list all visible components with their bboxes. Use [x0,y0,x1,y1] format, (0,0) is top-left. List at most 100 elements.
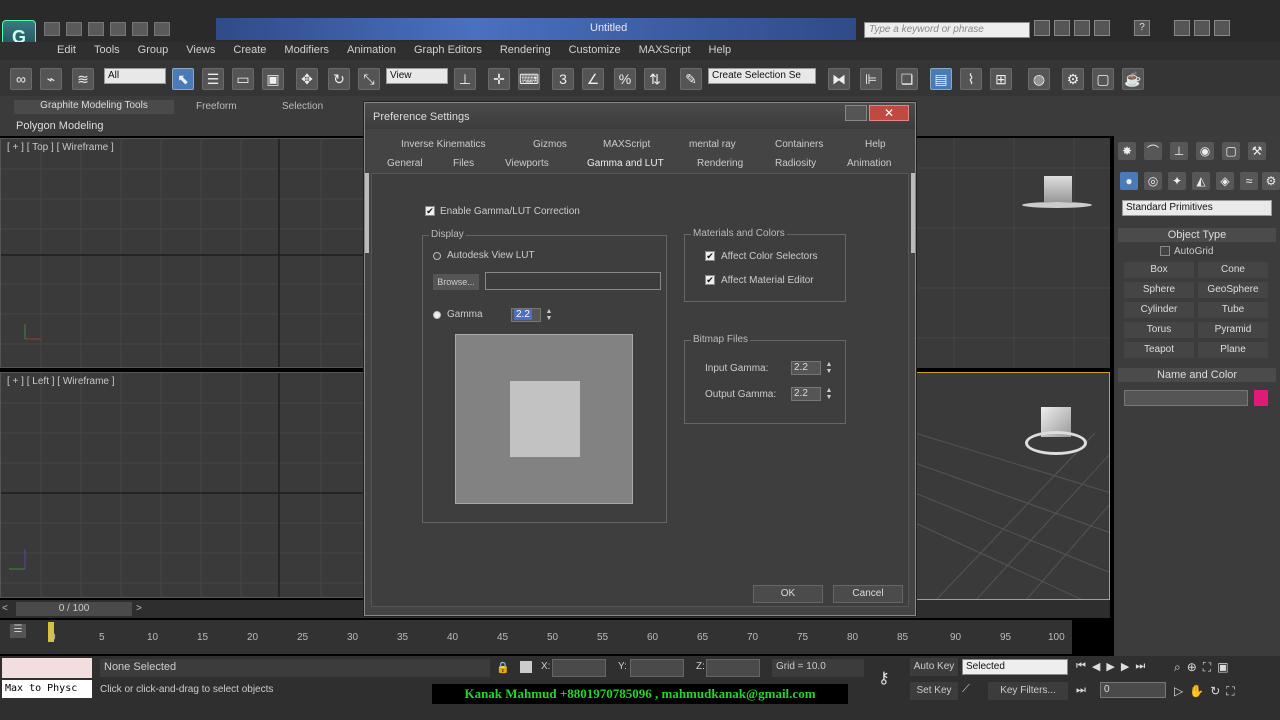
binoculars-icon[interactable] [1034,20,1050,36]
select-object-icon[interactable]: ⬉ [172,68,194,90]
edit-named-selection-icon[interactable]: ✎ [680,68,702,90]
next-frame-icon[interactable]: > [136,603,142,614]
set-key-button[interactable]: Set Key [910,682,958,700]
move-icon[interactable]: ✥ [296,68,318,90]
input-gamma-arrows-icon[interactable]: ▲ ▼ [825,361,833,375]
viewport-top-label[interactable]: [ + ] [ Top ] [ Wireframe ] [7,142,114,153]
menu-edit[interactable]: Edit [48,42,85,60]
z-coordinate-input[interactable] [706,659,760,677]
link-icon[interactable]: ∞ [10,68,32,90]
render-production-icon[interactable]: ☕ [1122,68,1144,90]
key-mode-dropdown[interactable]: Selected [962,659,1068,675]
select-manipulate-icon[interactable]: ✛ [488,68,510,90]
box-button[interactable]: Box [1124,262,1194,278]
reference-coordinate-dropdown[interactable]: View [386,68,448,84]
zoom-icon[interactable]: ⌕ [1174,660,1181,675]
autodesk-lut-radio[interactable] [433,252,441,260]
sphere-button[interactable]: Sphere [1124,282,1194,298]
enable-gamma-checkbox[interactable]: ✔ [425,206,435,216]
scale-icon[interactable]: ⤡ [358,68,380,90]
track-bar[interactable]: ☰ 0 5 10 15 20 25 30 35 40 45 50 55 60 6… [0,620,1072,654]
menu-animation[interactable]: Animation [338,42,405,60]
menu-create[interactable]: Create [224,42,275,60]
rotate-icon[interactable]: ↻ [328,68,350,90]
tab-animation[interactable]: Animation [847,158,891,169]
viewport-top[interactable]: [ + ] [ Top ] [ Wireframe ] [0,138,368,368]
undo-icon[interactable] [110,22,126,36]
time-slider[interactable]: 0 / 100 [16,602,132,616]
viewcube-icon[interactable] [1044,176,1072,202]
help-icon[interactable]: ? [1134,20,1150,36]
input-gamma-spinner[interactable]: 2.2 [791,361,821,375]
keyboard-shortcut-override-icon[interactable]: ⌨ [518,68,540,90]
dialog-title-bar[interactable]: Preference Settings ✕ [365,103,915,129]
output-gamma-arrows-icon[interactable]: ▲ ▼ [825,387,833,401]
menu-rendering[interactable]: Rendering [491,42,560,60]
autogrid-checkbox[interactable] [1160,246,1170,256]
tab-rendering[interactable]: Rendering [697,158,743,169]
hierarchy-tab-icon[interactable]: ⊥ [1170,142,1188,160]
key-filters-button[interactable]: Key Filters... [988,682,1068,700]
percent-snap-icon[interactable]: % [614,68,636,90]
object-category-dropdown[interactable]: Standard Primitives [1122,200,1272,216]
default-in-out-tangent-icon[interactable]: ⟋ [962,683,970,696]
cameras-icon[interactable]: ◭ [1192,172,1210,190]
tab-files[interactable]: Files [453,158,474,169]
modify-tab-icon[interactable]: ⌒ [1144,142,1162,160]
graphite-ribbon-icon[interactable]: ▤ [930,68,952,90]
systems-icon[interactable]: ⚙ [1262,172,1280,190]
angle-snap-icon[interactable]: ∠ [582,68,604,90]
pivot-center-icon[interactable]: ⊥ [454,68,476,90]
go-to-start-icon[interactable]: ⏮ [1076,660,1086,673]
snaps-toggle-icon[interactable]: 3 [552,68,574,90]
space-warps-icon[interactable]: ≈ [1240,172,1258,190]
geosphere-button[interactable]: GeoSphere [1198,282,1268,298]
menu-tools[interactable]: Tools [85,42,129,60]
name-color-rollout-header[interactable]: Name and Color [1118,368,1276,382]
menu-views[interactable]: Views [177,42,224,60]
lights-icon[interactable]: ✦ [1168,172,1186,190]
current-frame-input[interactable]: 0 [1100,682,1166,698]
gamma-spinner-arrows-icon[interactable]: ▲ ▼ [545,308,553,322]
field-of-view-icon[interactable]: ▷ [1174,684,1183,699]
tube-button[interactable]: Tube [1198,302,1268,318]
open-file-icon[interactable] [66,22,82,36]
communication-icon[interactable] [1074,20,1090,36]
redo-icon[interactable] [132,22,148,36]
previous-frame-icon[interactable]: ◀ [1092,660,1100,673]
menu-maxscript[interactable]: MAXScript [630,42,700,60]
tab-containers[interactable]: Containers [775,139,823,150]
rectangular-selection-icon[interactable]: ▭ [232,68,254,90]
cylinder-button[interactable]: Cylinder [1124,302,1194,318]
tab-maxscript[interactable]: MAXScript [603,139,650,150]
affect-color-selectors-checkbox[interactable]: ✔ [705,251,715,261]
menu-graph-editors[interactable]: Graph Editors [405,42,491,60]
render-setup-icon[interactable]: ⚙ [1062,68,1084,90]
shapes-icon[interactable]: ◎ [1144,172,1162,190]
menu-modifiers[interactable]: Modifiers [275,42,338,60]
orbit-icon[interactable]: ↻ [1210,684,1220,699]
tab-general[interactable]: General [387,158,423,169]
prev-frame-icon[interactable]: < [2,603,8,614]
maxscript-listener-input[interactable]: Max to Physc [2,680,92,698]
gamma-radio[interactable] [433,311,441,319]
absolute-mode-icon[interactable] [520,661,532,673]
subscription-key-icon[interactable] [1054,20,1070,36]
window-crossing-icon[interactable]: ▣ [262,68,284,90]
dialog-minimize-icon[interactable] [845,105,867,121]
ribbon-tab-selection[interactable]: Selection [282,101,323,112]
maximize-window-icon[interactable] [1194,20,1210,36]
tab-viewports[interactable]: Viewports [505,158,549,169]
plane-button[interactable]: Plane [1198,342,1268,358]
layer-manager-icon[interactable]: ❏ [896,68,918,90]
utilities-tab-icon[interactable]: ⚒ [1248,142,1266,160]
ribbon-tab-graphite[interactable]: Graphite Modeling Tools [14,100,174,114]
pan-icon[interactable]: ✋ [1189,684,1204,699]
torus-button[interactable]: Torus [1124,322,1194,338]
viewport-left-label[interactable]: [ + ] [ Left ] [ Wireframe ] [7,376,115,387]
star-favorites-icon[interactable] [1094,20,1110,36]
rendered-frame-window-icon[interactable]: ▢ [1092,68,1114,90]
help-search-input[interactable]: Type a keyword or phrase [864,22,1030,38]
affect-material-editor-checkbox[interactable]: ✔ [705,275,715,285]
project-folder-icon[interactable] [154,22,170,36]
